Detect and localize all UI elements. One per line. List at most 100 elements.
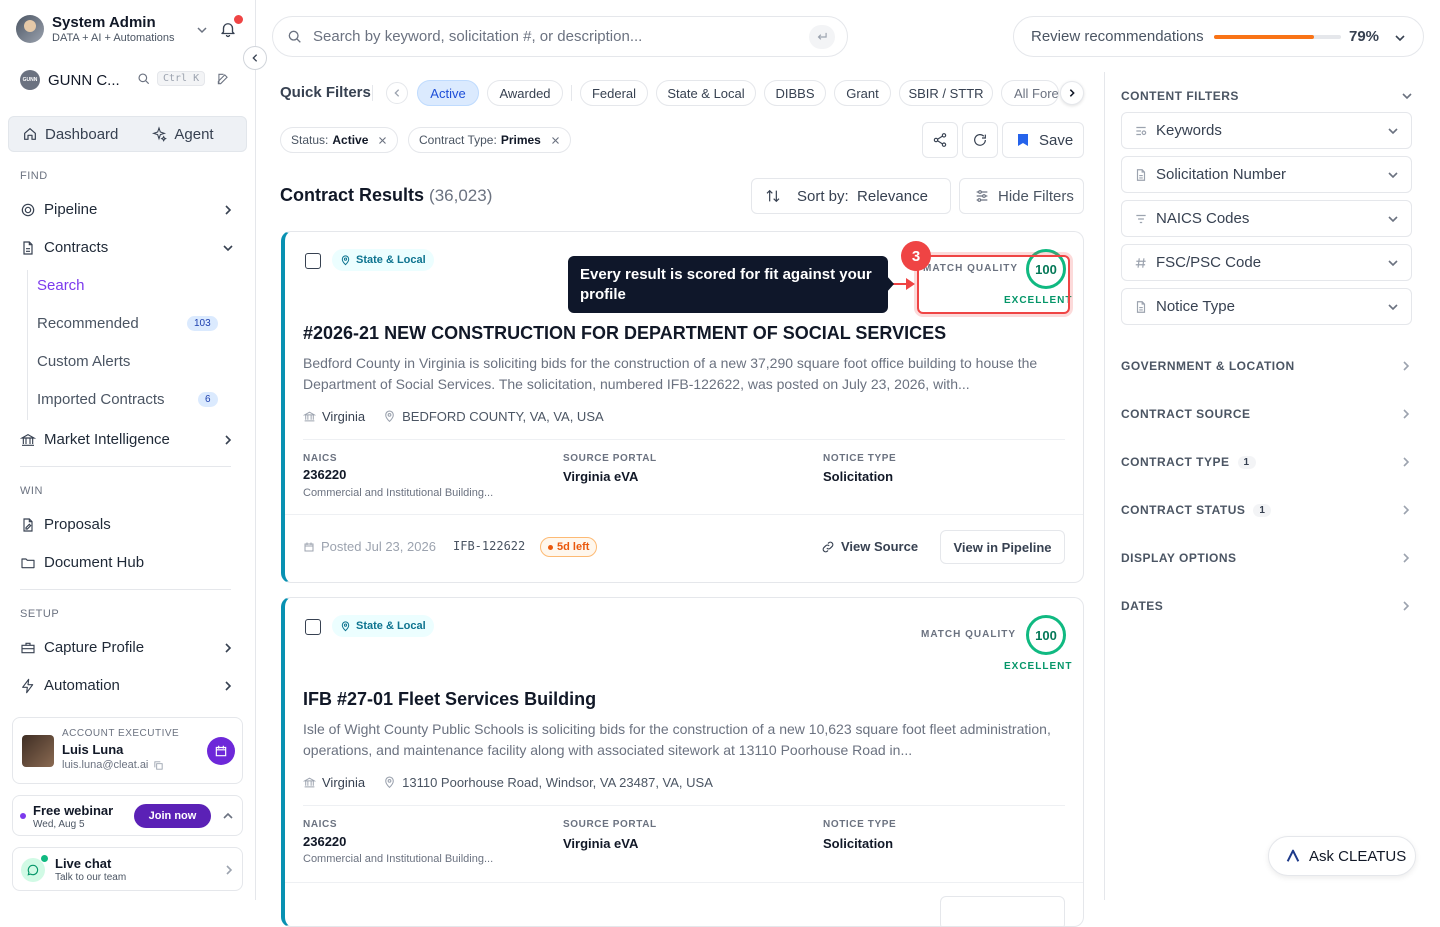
calendar-icon — [304, 542, 314, 551]
filter-group-contract-status[interactable]: CONTRACT STATUS 1 — [1121, 503, 1412, 517]
filter-naics-codes[interactable]: NAICS Codes — [1121, 200, 1412, 237]
results-title: Contract Results (36,023) — [280, 185, 492, 206]
filter-group-government-location[interactable]: GOVERNMENT & LOCATION — [1121, 359, 1412, 373]
contract-title[interactable]: #2026-21 NEW CONSTRUCTION FOR DEPARTMENT… — [303, 323, 946, 344]
contract-title[interactable]: IFB #27-01 Fleet Services Building — [303, 689, 596, 710]
quick-filter-state-local[interactable]: State & Local — [656, 80, 756, 106]
match-quality-highlight — [917, 255, 1070, 314]
location-address: 13110 Poorhouse Road, Windsor, VA 23487,… — [402, 775, 713, 790]
subnav-search[interactable]: Search — [37, 277, 85, 294]
subnav-recommended[interactable]: Recommended — [37, 315, 139, 332]
results-title-text: Contract Results — [280, 185, 425, 205]
quick-filter-awarded[interactable]: Awarded — [487, 80, 563, 106]
search-bar[interactable]: Search by keyword, solicitation #, or de… — [272, 16, 848, 57]
nav-pipeline[interactable]: Pipeline — [20, 201, 238, 218]
live-chat-card[interactable]: Live chat Talk to our team — [12, 847, 243, 891]
agent-link[interactable]: Agent — [118, 126, 214, 143]
category-tag: State & Local — [332, 249, 434, 271]
filter-group-contract-source[interactable]: CONTRACT SOURCE — [1121, 407, 1412, 421]
chevron-down-icon — [1394, 32, 1406, 44]
dashboard-link[interactable]: Dashboard — [9, 126, 118, 143]
search-icon[interactable] — [137, 72, 151, 86]
tour-step-number: 3 — [901, 241, 931, 271]
share-button[interactable] — [922, 122, 958, 158]
bank-icon — [303, 777, 316, 788]
notice-type-label: NOTICE TYPE — [823, 819, 897, 830]
edit-icon[interactable] — [216, 72, 230, 86]
divider — [20, 466, 231, 467]
nav-automation[interactable]: Automation — [20, 677, 238, 694]
workspace-switcher[interactable]: GUNN GUNN C... — [20, 70, 120, 90]
sort-dropdown[interactable]: Sort by: Relevance — [751, 178, 951, 214]
briefcase-icon — [20, 640, 36, 656]
filter-count-badge: 1 — [1237, 455, 1256, 469]
chevron-right-icon — [222, 642, 234, 654]
ask-cleatus-button[interactable]: Ask CLEATUS — [1268, 836, 1416, 876]
nav-contracts[interactable]: Contracts — [20, 239, 238, 256]
nav-document-hub[interactable]: Document Hub — [20, 554, 238, 571]
quick-filter-dibbs[interactable]: DIBBS — [764, 80, 826, 106]
copy-icon[interactable] — [153, 760, 164, 771]
divider — [20, 589, 231, 590]
nav-proposals[interactable]: Proposals — [20, 516, 238, 533]
divider — [372, 85, 373, 101]
calendar-button[interactable] — [207, 737, 235, 765]
quick-filter-sbir-sttr[interactable]: SBIR / STTR — [899, 80, 993, 106]
chevron-right-icon — [1400, 552, 1412, 564]
agency-name: Virginia — [322, 409, 366, 424]
user-subtitle: DATA + AI + Automations — [52, 32, 175, 44]
filter-solicitation-number[interactable]: Solicitation Number — [1121, 156, 1412, 193]
chevron-right-icon — [1400, 504, 1412, 516]
view-in-pipeline-button[interactable]: View in Pipeline — [940, 530, 1065, 564]
quick-filter-grant[interactable]: Grant — [834, 80, 891, 106]
workspace-logo: GUNN — [20, 70, 40, 90]
nav-capture-profile[interactable]: Capture Profile — [20, 639, 238, 656]
collapse-sidebar-button[interactable] — [243, 46, 267, 70]
subnav-custom-alerts[interactable]: Custom Alerts — [37, 353, 130, 370]
bank-icon — [303, 411, 316, 422]
review-recommendations[interactable]: Review recommendations 79% — [1013, 16, 1424, 57]
view-source-link[interactable]: View Source — [821, 539, 918, 554]
remove-filter-icon[interactable] — [378, 136, 387, 145]
nav-market-intelligence[interactable]: Market Intelligence — [20, 431, 238, 448]
posted-date: Posted Jul 23, 2026 — [303, 539, 436, 554]
tooltip-pointer — [886, 275, 894, 293]
filter-group-contract-type[interactable]: CONTRACT TYPE 1 — [1121, 455, 1412, 469]
select-checkbox[interactable] — [305, 253, 321, 269]
filter-keywords[interactable]: Keywords — [1121, 112, 1412, 149]
enter-icon[interactable] — [809, 25, 835, 49]
filter-notice-type[interactable]: Notice Type — [1121, 288, 1412, 325]
join-now-button[interactable]: Join now — [134, 804, 211, 828]
chevron-down-icon[interactable] — [1401, 90, 1413, 102]
divider — [285, 514, 1083, 515]
result-card[interactable]: State & Local MATCH QUALITY 100 EXCELLEN… — [281, 597, 1084, 927]
content-filters-label: CONTENT FILTERS — [1121, 89, 1239, 103]
quick-filter-federal[interactable]: Federal — [580, 80, 648, 106]
view-in-pipeline-button[interactable] — [940, 896, 1065, 926]
chevron-up-icon[interactable] — [222, 810, 234, 822]
applied-filter-contract-type: Contract Type: Primes — [408, 127, 571, 153]
refresh-button[interactable] — [962, 122, 998, 158]
select-checkbox[interactable] — [305, 619, 321, 635]
chevron-down-icon[interactable] — [196, 24, 208, 36]
filter-fsc-psc-code[interactable]: FSC/PSC Code — [1121, 244, 1412, 281]
account-executive-name: Luis Luna — [62, 742, 124, 757]
search-input[interactable]: Search by keyword, solicitation #, or de… — [313, 28, 642, 45]
scroll-left-button[interactable] — [386, 82, 408, 104]
solicitation-number: IFB-122622 — [453, 539, 526, 553]
sort-label: Sort by: — [797, 187, 849, 205]
filter-naics-codes-label: NAICS Codes — [1156, 210, 1250, 227]
remove-filter-icon[interactable] — [551, 136, 560, 145]
save-button[interactable]: Save — [1002, 122, 1084, 158]
user-menu[interactable]: System Admin DATA + AI + Automations — [16, 14, 175, 44]
hide-filters-button[interactable]: Hide Filters — [959, 178, 1084, 214]
filter-group-display-options[interactable]: DISPLAY OPTIONS — [1121, 551, 1412, 565]
scroll-right-button[interactable] — [1060, 81, 1084, 105]
filter-group-dates[interactable]: DATES — [1121, 599, 1412, 613]
document-icon — [20, 240, 36, 256]
category-tag: State & Local — [332, 615, 434, 637]
subnav-imported-contracts[interactable]: Imported Contracts — [37, 391, 165, 408]
quick-filter-all-forecasts[interactable]: All Forecasts — [1001, 80, 1059, 106]
document-icon — [1136, 300, 1146, 313]
quick-filter-active[interactable]: Active — [417, 80, 479, 106]
